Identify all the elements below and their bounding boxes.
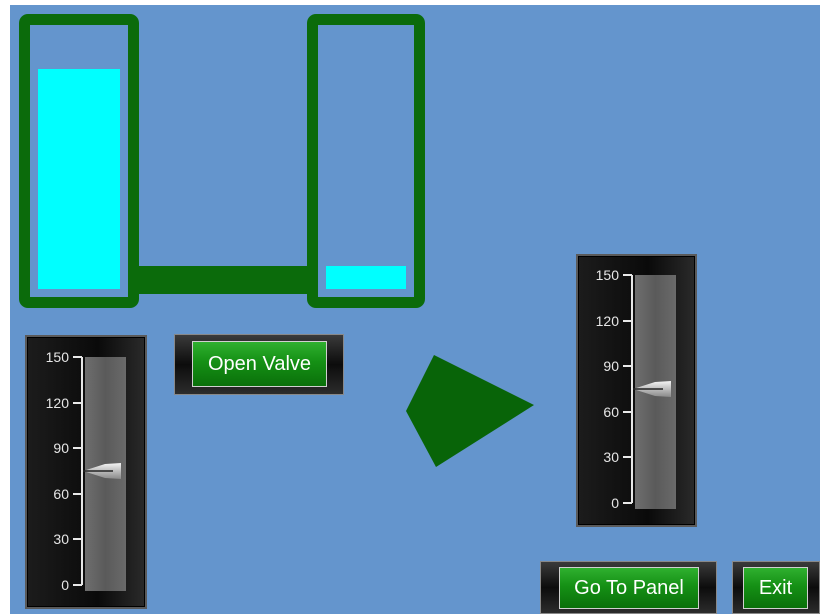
gauge-tick (73, 356, 82, 358)
gauge-pointer[interactable] (83, 461, 121, 481)
left-tank (19, 14, 139, 308)
gauge-tick (623, 365, 632, 368)
open-valve-button-frame: Open Valve (174, 334, 344, 395)
gauge-tick (73, 492, 82, 495)
go-to-panel-button[interactable]: Go To Panel (559, 567, 699, 609)
gauge-tick-label: 0 (61, 577, 69, 593)
gauge-tick-label: 90 (53, 440, 69, 457)
gauge-tick-label: 60 (53, 485, 69, 502)
gauge-tick (623, 410, 632, 413)
right-level-gauge: 150 120 90 60 30 0 (576, 254, 697, 527)
gauge-tick (73, 401, 82, 404)
exit-button-frame: Exit (732, 561, 820, 614)
gauge-tick-label: 120 (45, 394, 69, 411)
hmi-screen: 150 120 90 60 30 0 Open Valve 150 120 90 60 30 0 G… (10, 5, 820, 614)
gauge-tick (623, 456, 632, 459)
gauge-tick-label: 120 (595, 312, 619, 329)
gauge-pointer[interactable] (633, 379, 671, 399)
left-tank-liquid (38, 69, 120, 289)
connecting-pipe (137, 266, 309, 294)
left-level-gauge: 150 120 90 60 30 0 (25, 335, 147, 609)
flow-direction-arrow-icon (406, 355, 534, 467)
open-valve-button[interactable]: Open Valve (192, 341, 327, 387)
gauge-tick (623, 319, 632, 322)
right-tank-liquid (326, 266, 406, 289)
exit-button[interactable]: Exit (743, 567, 808, 609)
gauge-tick (73, 584, 82, 586)
gauge-tick-label: 60 (603, 403, 619, 420)
gauge-tick (623, 502, 632, 504)
gauge-tick-label: 150 (595, 267, 619, 283)
right-tank (307, 14, 425, 308)
gauge-tick (623, 274, 632, 276)
go-to-panel-button-frame: Go To Panel (540, 561, 717, 614)
gauge-tick-label: 90 (603, 358, 619, 375)
gauge-tick (73, 447, 82, 450)
gauge-tick-label: 30 (603, 449, 619, 466)
gauge-tick-label: 0 (611, 495, 619, 511)
gauge-tick-label: 30 (53, 531, 69, 548)
gauge-tick-label: 150 (45, 349, 69, 365)
gauge-tick (73, 538, 82, 541)
